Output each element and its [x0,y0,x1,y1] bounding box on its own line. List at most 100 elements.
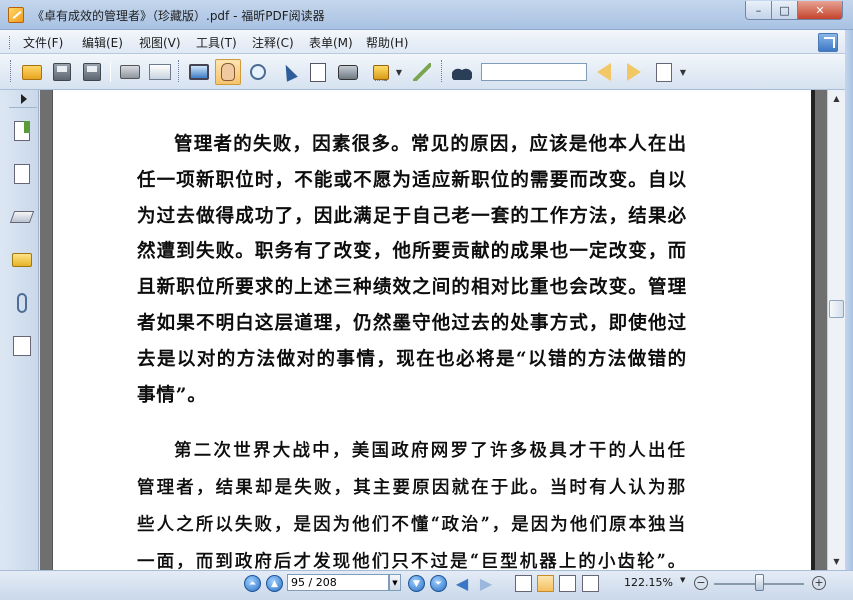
find-button[interactable] [449,59,475,85]
bookmark-icon [14,121,30,141]
status-bar: ⏶ ▲ 95 / 208 ▼ ▼ ⏷ ◀ ▶ 122.15% ▼ − + [0,570,853,600]
chevron-down-icon: ▼ [392,578,398,587]
lock-icon [373,65,389,80]
toolbar-grip-handle[interactable] [441,60,444,82]
camera-icon [338,64,358,80]
fullscreen-button[interactable] [186,59,212,85]
zoom-out-button[interactable]: − [694,576,708,590]
chevron-down-icon: ▼ [679,67,687,77]
menu-grip-handle[interactable] [9,36,12,49]
pdf-page[interactable]: 管理者的失败，因素很多。常见的原因，应该是他本人在出任一项新职位时，不能或不愿为… [52,90,815,570]
zoom-in-button[interactable]: + [812,576,826,590]
go-back-button[interactable]: ◀ [453,575,471,592]
menu-help[interactable]: 帮助(H) [366,34,408,51]
text-select-icon [310,62,326,82]
find-input[interactable] [481,63,587,81]
maximize-button[interactable]: □ [771,1,798,20]
paperclip-icon [17,293,27,313]
document-list-icon [656,62,672,82]
save-as-disk-icon [83,63,101,81]
text-select-button[interactable] [305,59,331,85]
facing-view-button[interactable] [559,575,576,592]
arrow-right-icon: ▶ [479,574,493,593]
menu-file[interactable]: 文件(F) [23,34,63,51]
save-button[interactable] [49,59,75,85]
bookmarks-button[interactable] [9,118,35,144]
save-as-button[interactable] [79,59,105,85]
arrow-up-icon: ▲ [271,578,278,589]
zoom-dropdown-icon[interactable]: ▼ [680,576,685,584]
page-number-input[interactable]: 95 / 208 [287,574,389,591]
printer-icon [120,65,140,79]
layers-button[interactable] [9,204,35,230]
binoculars-icon [452,64,472,80]
open-button[interactable] [19,59,45,85]
search-options-button[interactable] [651,59,677,85]
menu-comment[interactable]: 注释(C) [252,34,294,51]
chevron-down-icon: ▼ [395,67,403,77]
save-disk-icon [53,63,71,81]
window-frame [845,30,853,600]
hand-tool-button[interactable] [215,59,241,85]
open-folder-icon [22,64,42,80]
sign-button[interactable] [409,59,435,85]
scanner-icon [149,64,171,80]
vertical-scrollbar[interactable]: ▲ ▼ [827,90,845,570]
menu-bar: 文件(F) 编辑(E) 视图(V) 工具(T) 注释(C) 表单(M) 帮助(H… [0,30,853,54]
find-previous-button[interactable] [591,59,617,85]
signature-panel-icon [13,336,31,356]
navigation-panel [0,90,39,570]
minimize-button[interactable]: – [745,1,772,20]
last-page-button[interactable]: ⏷ [430,575,447,592]
monitor-icon [189,64,209,80]
expand-icon[interactable] [818,33,838,52]
zoom-slider-thumb[interactable] [754,574,764,591]
scroll-up-button[interactable]: ▲ [828,90,845,107]
go-forward-button[interactable]: ▶ [477,575,495,592]
layers-icon [9,211,35,223]
search-options-dropdown[interactable]: ▼ [677,59,689,85]
menu-tools[interactable]: 工具(T) [196,34,237,51]
hand-icon [221,63,235,81]
signatures-button[interactable] [9,333,35,359]
menu-form[interactable]: 表单(M) [309,34,353,51]
rms-protect-button[interactable]: RMS [368,59,394,85]
comment-icon [12,253,32,267]
continuous-view-button[interactable] [537,575,554,592]
single-page-view-button[interactable] [515,575,532,592]
menu-view[interactable]: 视图(V) [139,34,181,51]
previous-page-button[interactable]: ▲ [266,575,283,592]
zoom-level[interactable]: 122.15% [624,576,673,589]
select-tool-button[interactable] [276,59,302,85]
pages-button[interactable] [9,161,35,187]
window-title: 《卓有成效的管理者》（珍藏版）.pdf - 福昕PDF阅读器 [32,9,325,23]
document-viewport[interactable]: 管理者的失败，因素很多。常见的原因，应该是他本人在出任一项新职位时，不能或不愿为… [40,90,827,570]
zoom-glass-icon [250,64,266,80]
arrow-left-icon: ◀ [455,574,469,593]
scrollbar-thumb[interactable] [829,299,844,318]
rms-dropdown-button[interactable]: ▼ [393,59,405,85]
find-next-button[interactable] [621,59,647,85]
snapshot-button[interactable] [335,59,361,85]
attachments-button[interactable] [9,290,35,316]
title-bar: 《卓有成效的管理者》（珍藏版）.pdf - 福昕PDF阅读器 – □ ✕ [0,0,853,30]
close-button[interactable]: ✕ [797,1,843,20]
find-next-icon [627,63,641,81]
print-button[interactable] [117,59,143,85]
zoom-tool-button[interactable] [245,59,271,85]
comments-button[interactable] [9,247,35,273]
continuous-facing-view-button[interactable] [582,575,599,592]
scroll-down-button[interactable]: ▼ [828,553,845,570]
pen-sign-icon [413,63,431,81]
scan-button[interactable] [147,59,173,85]
toolbar-grip-handle[interactable] [178,60,181,82]
menu-edit[interactable]: 编辑(E) [82,34,123,51]
first-page-button[interactable]: ⏶ [244,575,261,592]
next-page-button[interactable]: ▼ [408,575,425,592]
toolbar: RMS ▼ ▼ [0,54,853,90]
page-dropdown-button[interactable]: ▼ [389,574,401,591]
page-thumbnail-icon [14,164,30,184]
app-icon[interactable] [8,7,24,23]
toolbar-grip-handle[interactable] [10,60,13,82]
panel-toggle-icon[interactable] [9,90,37,108]
